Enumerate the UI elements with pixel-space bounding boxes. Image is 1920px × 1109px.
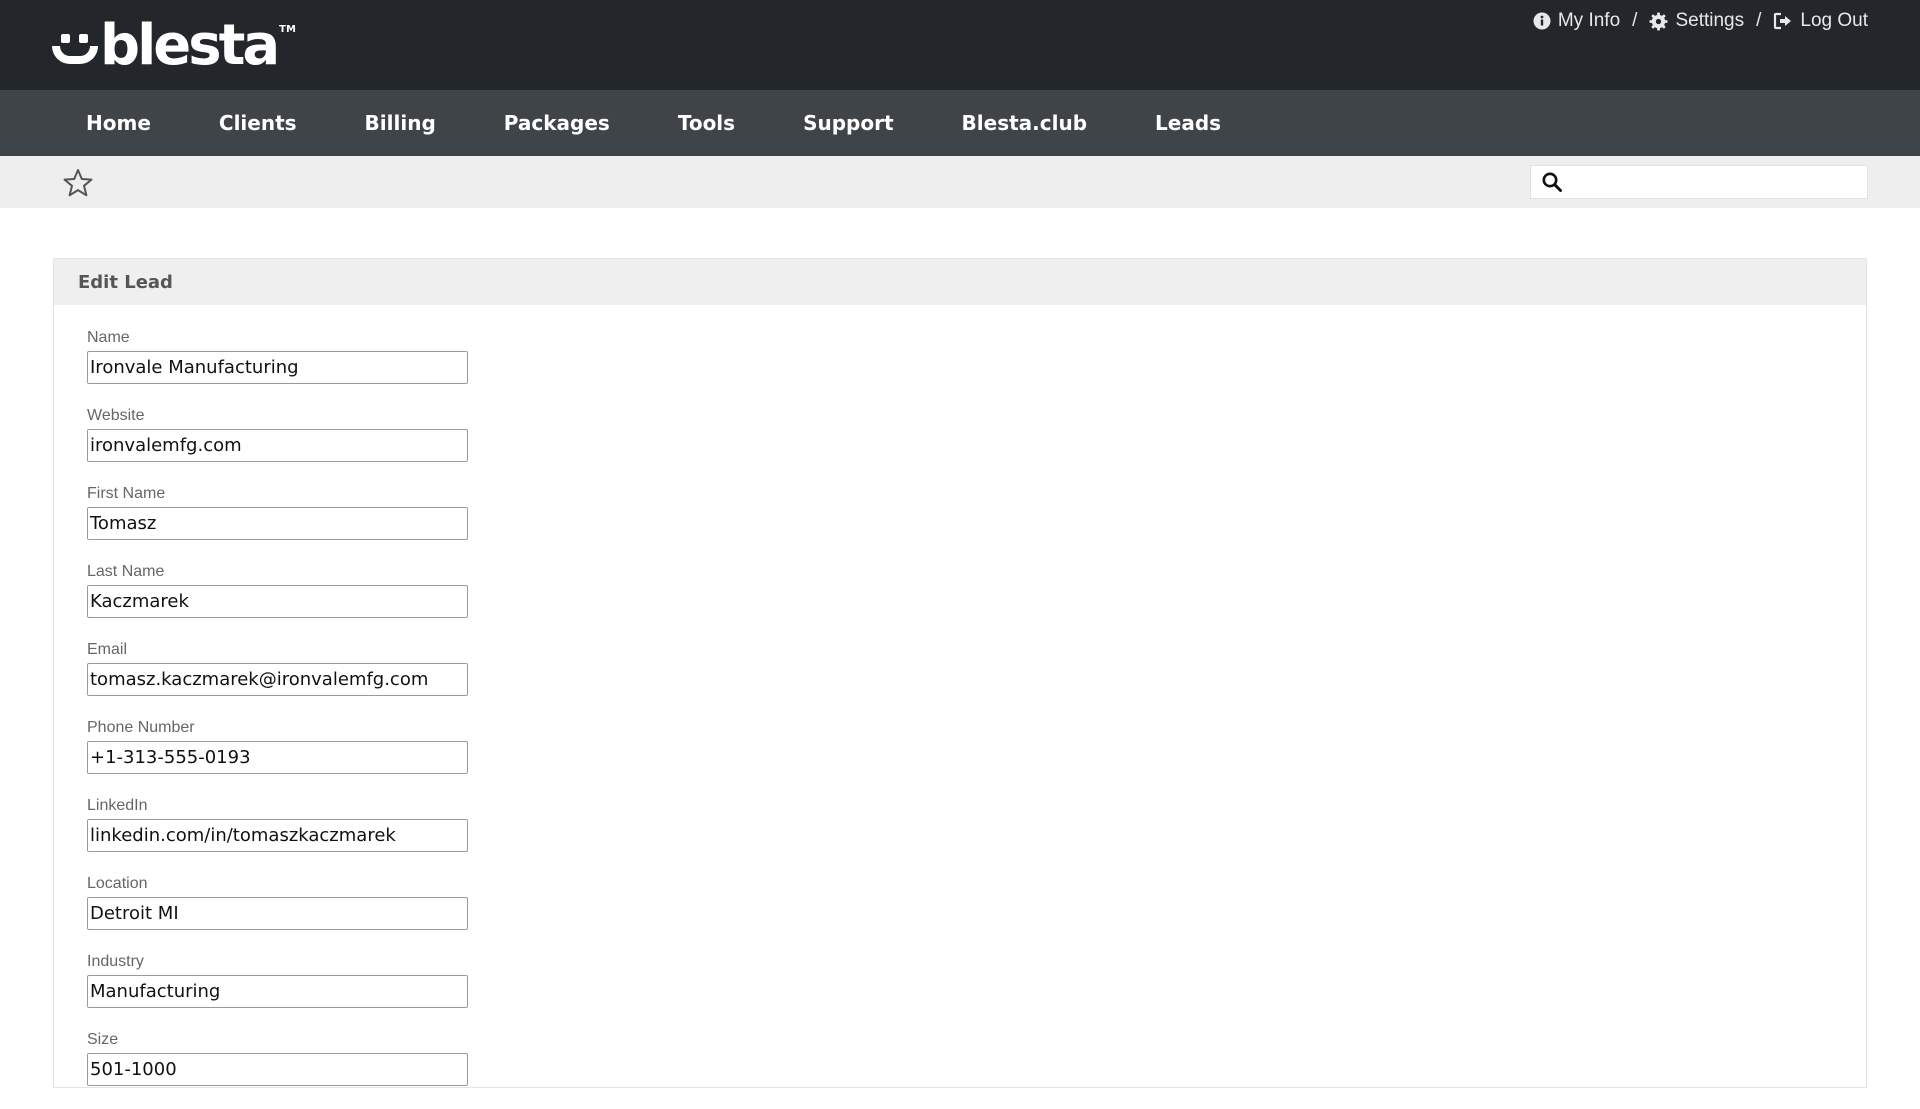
nav-blesta-club[interactable]: Blesta.club: [928, 111, 1122, 135]
website-input[interactable]: [87, 429, 468, 462]
size-label: Size: [87, 1031, 119, 1048]
website-field-group: Website: [87, 407, 468, 485]
main-nav: Home Clients Billing Packages Tools Supp…: [0, 90, 1920, 156]
info-circle-icon: [1533, 12, 1551, 30]
location-field-group: Location: [87, 875, 468, 953]
nav-support[interactable]: Support: [769, 111, 927, 135]
nav-home[interactable]: Home: [52, 111, 185, 135]
nav-leads[interactable]: Leads: [1121, 111, 1255, 135]
link-separator: /: [1756, 10, 1762, 31]
gear-icon: [1649, 11, 1668, 31]
email-input[interactable]: [87, 663, 468, 696]
nav-clients[interactable]: Clients: [185, 111, 331, 135]
location-input[interactable]: [87, 897, 468, 930]
sign-out-icon: [1774, 12, 1792, 30]
name-input[interactable]: [87, 351, 468, 384]
blesta-logo[interactable]: blesta TM: [52, 14, 296, 74]
website-label: Website: [87, 407, 145, 424]
phone-input[interactable]: [87, 741, 468, 774]
name-field-group: Name: [87, 329, 468, 407]
linkedin-label: LinkedIn: [87, 797, 148, 814]
location-label: Location: [87, 875, 148, 892]
my-info-link[interactable]: My Info: [1533, 10, 1620, 32]
name-label: Name: [87, 329, 130, 346]
settings-link[interactable]: Settings: [1649, 10, 1744, 32]
phone-field-group: Phone Number: [87, 719, 468, 797]
sub-bar: [0, 156, 1920, 208]
industry-field-group: Industry: [87, 953, 468, 1031]
account-links: My Info / Settings / Log Out: [1533, 10, 1868, 32]
nav-tools[interactable]: Tools: [644, 111, 769, 135]
top-bar: blesta TM My Info / Settings / Log Out: [0, 0, 1920, 90]
last-name-input[interactable]: [87, 585, 468, 618]
industry-label: Industry: [87, 953, 144, 970]
email-field-group: Email: [87, 641, 468, 719]
size-field-group: Size: [87, 1031, 468, 1109]
link-separator: /: [1632, 10, 1638, 31]
first-name-field-group: First Name: [87, 485, 468, 563]
first-name-input[interactable]: [87, 507, 468, 540]
smile-logo-icon: [52, 30, 98, 70]
nav-billing[interactable]: Billing: [331, 111, 470, 135]
size-input[interactable]: [87, 1053, 468, 1086]
search-box: [1530, 165, 1868, 199]
log-out-link[interactable]: Log Out: [1773, 10, 1868, 32]
edit-lead-form: Name Website First Name Last Name Email …: [87, 329, 468, 1109]
log-out-label: Log Out: [1800, 10, 1868, 31]
linkedin-field-group: LinkedIn: [87, 797, 468, 875]
search-input[interactable]: [1569, 166, 1867, 198]
edit-lead-panel: Edit Lead Name Website First Name Last N…: [53, 258, 1867, 1088]
linkedin-input[interactable]: [87, 819, 468, 852]
nav-packages[interactable]: Packages: [470, 111, 644, 135]
first-name-label: First Name: [87, 485, 166, 502]
logo-text: blesta: [100, 13, 280, 78]
settings-label: Settings: [1675, 10, 1745, 31]
phone-label: Phone Number: [87, 719, 195, 736]
last-name-field-group: Last Name: [87, 563, 468, 641]
logo-trademark: TM: [279, 24, 296, 35]
panel-title: Edit Lead: [54, 259, 1866, 305]
favorite-button[interactable]: [62, 168, 94, 202]
my-info-label: My Info: [1557, 10, 1621, 31]
star-outline-icon: [63, 169, 93, 197]
industry-input[interactable]: [87, 975, 468, 1008]
email-label: Email: [87, 641, 128, 658]
last-name-label: Last Name: [87, 563, 165, 580]
search-icon: [1542, 172, 1562, 192]
